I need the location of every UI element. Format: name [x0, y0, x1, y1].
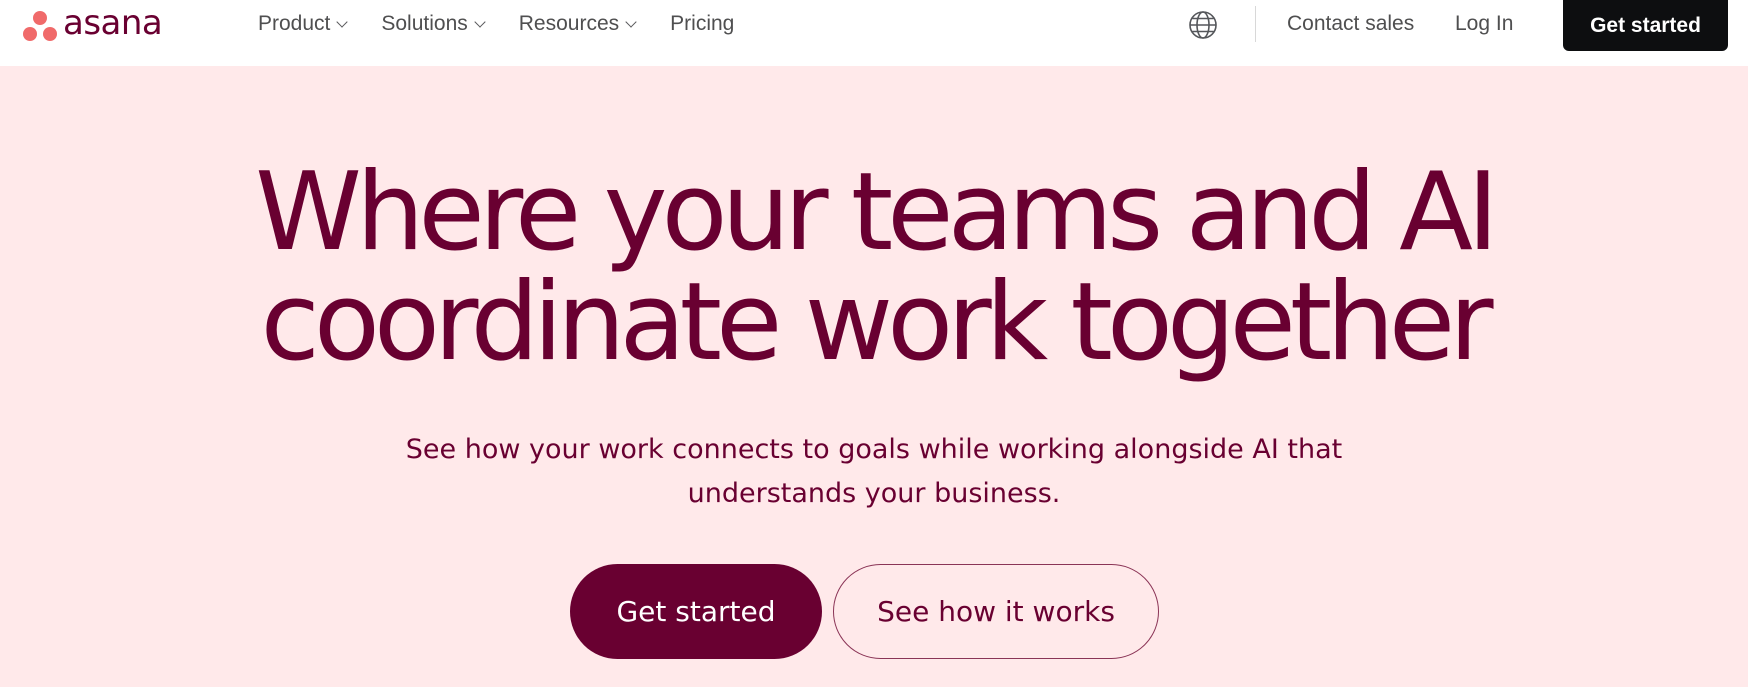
asana-logo[interactable]: asana: [22, 3, 163, 46]
nav-item-solutions[interactable]: Solutions: [381, 12, 486, 36]
get-started-button[interactable]: Get started: [570, 564, 822, 659]
nav-item-product[interactable]: Product: [258, 12, 349, 36]
logo-wordmark: asana: [63, 3, 163, 43]
nav-item-resources[interactable]: Resources: [518, 12, 637, 36]
nav-item-pricing[interactable]: Pricing: [670, 12, 734, 36]
hero-headline-line: coordinate work together: [260, 260, 1493, 385]
hero-subtitle-line: See how your work connects to goals whil…: [405, 434, 1343, 465]
globe-icon[interactable]: [1187, 9, 1219, 41]
chevron-down-icon: [474, 15, 486, 28]
chevron-down-icon: [625, 15, 637, 28]
hero-headline: Where your teams and AI coordinate work …: [0, 158, 1748, 378]
top-navigation-bar: asana Product Solutions Resources Pricin…: [0, 0, 1748, 66]
get-started-header-button[interactable]: Get started: [1563, 0, 1728, 51]
log-in-link[interactable]: Log In: [1455, 0, 1513, 48]
nav-item-label: Solutions: [381, 12, 468, 35]
main-nav: Product Solutions Resources Pricing: [258, 0, 769, 48]
nav-item-label: Resources: [518, 12, 620, 35]
nav-item-label: Pricing: [670, 12, 735, 35]
chevron-down-icon: [336, 15, 349, 28]
hero-headline-line: Where your teams and AI: [255, 150, 1499, 275]
hero-subtitle-line: understands your business.: [687, 478, 1061, 509]
contact-sales-link[interactable]: Contact sales: [1287, 0, 1414, 48]
asana-logo-icon: [22, 9, 58, 43]
see-how-it-works-button[interactable]: See how it works: [833, 564, 1159, 659]
hero-subtitle: See how your work connects to goals whil…: [0, 428, 1748, 516]
nav-item-label: Product: [258, 12, 331, 35]
nav-divider: [1255, 6, 1256, 42]
